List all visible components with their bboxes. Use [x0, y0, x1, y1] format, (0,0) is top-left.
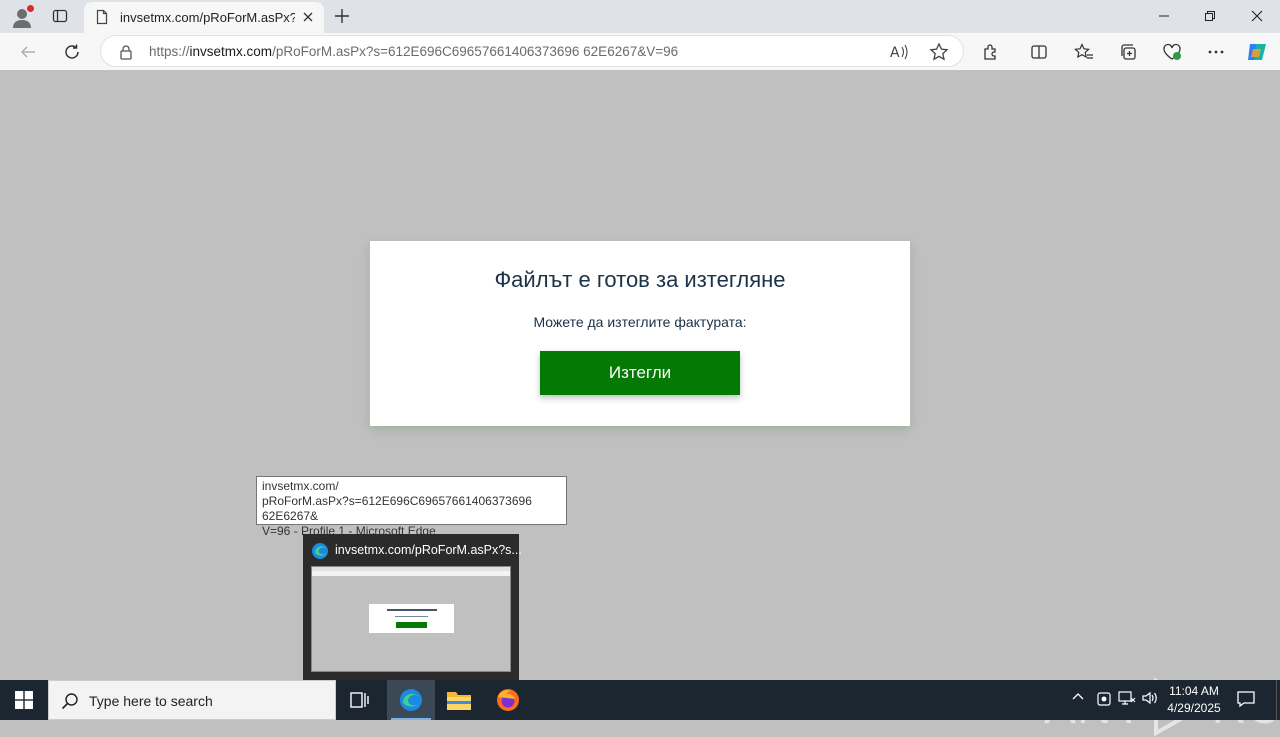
browser-essentials-icon[interactable] — [1160, 40, 1184, 64]
chevron-up-icon[interactable] — [1071, 690, 1085, 704]
download-button[interactable]: Изтегли — [540, 351, 740, 395]
more-options-icon[interactable] — [1204, 40, 1228, 64]
notification-dot — [27, 5, 34, 12]
close-window-icon[interactable] — [1234, 4, 1280, 28]
tab-strip: invsetmx.com/pRoForM.asPx?s= — [0, 0, 1280, 33]
search-icon — [61, 692, 79, 710]
network-icon[interactable] — [1118, 690, 1136, 706]
preview-screenshot — [311, 566, 511, 672]
minimize-icon[interactable] — [1141, 4, 1187, 28]
extensions-icon[interactable] — [979, 40, 1003, 64]
restore-icon[interactable] — [1187, 4, 1233, 28]
firefox-icon[interactable] — [484, 680, 532, 720]
taskbar-tooltip: invsetmx.com/ pRoForM.asPx?s=612E696C696… — [256, 476, 567, 538]
tooltip-line-1: invsetmx.com/ — [262, 479, 339, 493]
tooltip-line-2: pRoForM.asPx?s=612E696C69657661406373696… — [262, 494, 532, 523]
preview-card — [369, 604, 454, 633]
clock-date: 4/29/2025 — [1167, 701, 1221, 715]
tab-title: invsetmx.com/pRoForM.asPx?s= — [120, 10, 295, 25]
edge-icon — [311, 542, 329, 560]
preview-text-line — [395, 616, 428, 617]
page-heading: Файлът е готов за изтегляне — [494, 267, 786, 292]
navigation-bar: https://invsetmx.com/pRoForM.asPx?s=612E… — [0, 33, 1280, 70]
refresh-icon[interactable] — [60, 40, 84, 64]
page-icon — [94, 9, 110, 25]
url-prefix: https:// — [149, 44, 190, 59]
preview-navbar — [312, 571, 510, 576]
taskbar: Type here to search 11:04 AM 4/29/2025 — [0, 680, 1280, 720]
clock-time: 11:04 AM — [1169, 684, 1219, 698]
copilot-icon[interactable] — [1245, 40, 1269, 64]
favorite-star-icon[interactable] — [929, 42, 949, 62]
download-card: Файлът е готов за изтегляне Можете да из… — [370, 241, 910, 426]
preview-button — [396, 622, 427, 628]
notification-center-icon[interactable] — [1236, 689, 1256, 709]
preview-heading-line — [387, 609, 437, 611]
svg-text:A: A — [890, 45, 900, 61]
taskbar-search-box[interactable]: Type here to search — [48, 680, 336, 720]
show-desktop-button[interactable] — [1276, 680, 1280, 720]
search-placeholder: Type here to search — [89, 693, 213, 709]
url-path: /pRoForM.asPx?s=612E696C6965766140637369… — [272, 44, 679, 59]
new-tab-icon[interactable] — [331, 5, 353, 27]
task-view-icon[interactable] — [336, 680, 384, 720]
volume-icon[interactable] — [1141, 690, 1159, 706]
profile-avatar-icon[interactable] — [8, 4, 36, 30]
tab-actions-icon[interactable] — [46, 5, 74, 27]
security-tray-icon[interactable] — [1096, 690, 1112, 708]
active-tab[interactable]: invsetmx.com/pRoForM.asPx?s= — [84, 2, 324, 33]
url-domain: invsetmx.com — [189, 44, 273, 59]
read-aloud-icon[interactable]: A — [889, 42, 909, 62]
preview-title: invsetmx.com/pRoForM.asPx?s... — [335, 543, 522, 557]
close-tab-icon[interactable] — [300, 9, 316, 25]
collections-icon[interactable] — [1116, 40, 1140, 64]
page-content: Файлът е готов за изтегляне Можете да из… — [4, 70, 1280, 737]
taskbar-edge-icon[interactable] — [387, 680, 435, 720]
file-explorer-icon[interactable] — [435, 680, 483, 720]
lock-icon[interactable] — [119, 44, 133, 60]
taskbar-window-preview[interactable]: invsetmx.com/pRoForM.asPx?s... — [303, 534, 522, 680]
url-text: https://invsetmx.com/pRoForM.asPx?s=612E… — [149, 44, 678, 59]
favorites-icon[interactable] — [1072, 40, 1096, 64]
back-arrow-icon[interactable] — [16, 40, 40, 64]
windows-start-icon[interactable] — [0, 680, 48, 720]
page-message: Можете да изтеглите фактурата: — [533, 314, 747, 330]
split-screen-icon[interactable] — [1027, 40, 1051, 64]
address-bar[interactable]: https://invsetmx.com/pRoForM.asPx?s=612E… — [100, 35, 964, 67]
system-clock[interactable]: 11:04 AM 4/29/2025 — [1160, 683, 1228, 717]
